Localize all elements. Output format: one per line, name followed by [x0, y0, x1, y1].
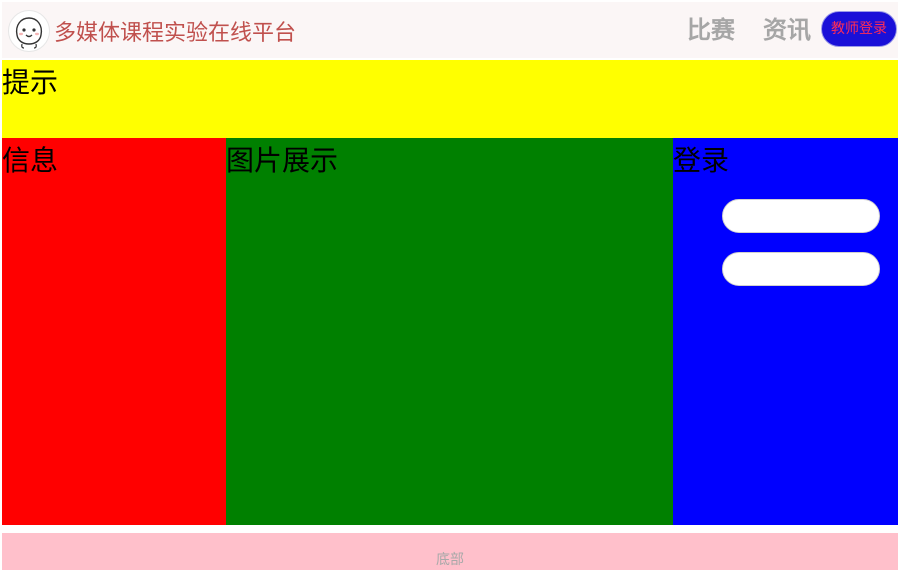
page: 多媒体课程实验在线平台 比赛 资讯 教师登录 提示 信息 图片展示 登录 底部	[0, 0, 899, 572]
notice-banner: 提示	[2, 60, 898, 138]
info-panel: 信息	[2, 138, 226, 525]
nav-link-competition[interactable]: 比赛	[687, 14, 735, 46]
footer-text: 底部	[436, 552, 464, 568]
notice-label: 提示	[2, 66, 59, 99]
site-title: 多媒体课程实验在线平台	[54, 21, 297, 46]
header: 多媒体课程实验在线平台 比赛 资讯 教师登录	[2, 2, 898, 58]
login-label: 登录	[673, 144, 730, 177]
login-panel: 登录	[673, 138, 898, 525]
gallery-label: 图片展示	[226, 144, 339, 177]
footer: 底部	[2, 533, 898, 570]
password-input[interactable]	[722, 252, 880, 286]
teacher-login-button[interactable]: 教师登录	[821, 11, 897, 47]
nav-link-news[interactable]: 资讯	[763, 14, 811, 46]
info-label: 信息	[2, 144, 59, 177]
image-gallery-panel: 图片展示	[226, 138, 673, 525]
username-input[interactable]	[722, 199, 880, 233]
smiley-face-icon[interactable]	[8, 10, 50, 52]
